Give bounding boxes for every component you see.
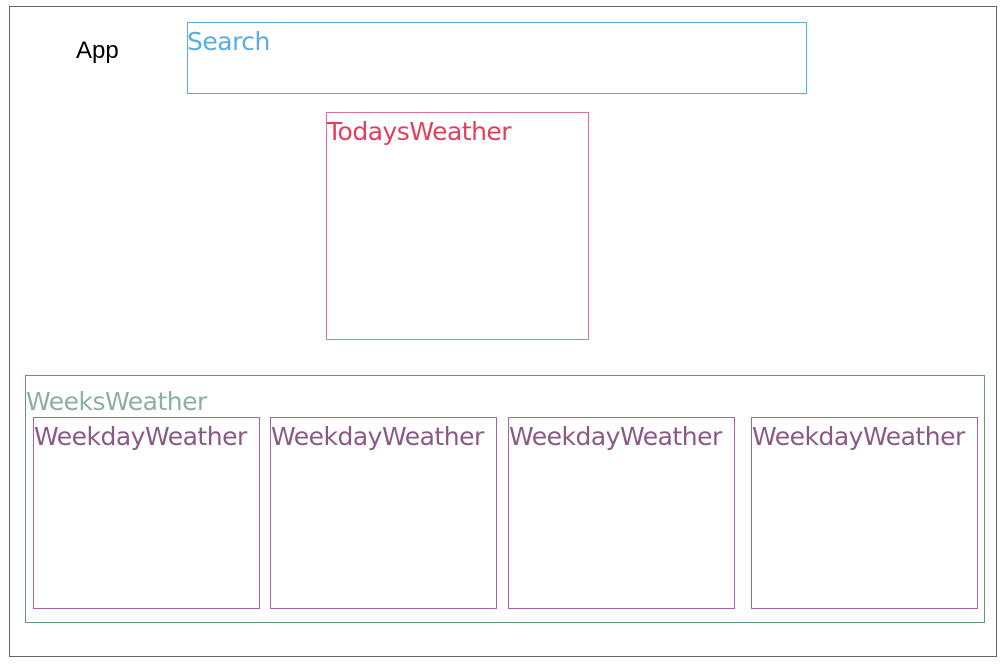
app-component-label: App [76, 37, 119, 64]
todays-weather-component-label: TodaysWeather [327, 117, 512, 146]
search-component-label: Search [187, 27, 270, 56]
search-component-box [187, 22, 807, 94]
weekday-weather-component-label: WeekdayWeather [509, 422, 722, 451]
weekday-weather-component-label: WeekdayWeather [752, 422, 965, 451]
todays-weather-component-box [326, 112, 589, 340]
weekday-weather-component-label: WeekdayWeather [34, 422, 247, 451]
weeks-weather-component-label: WeeksWeather [26, 387, 207, 416]
weekday-weather-component-label: WeekdayWeather [271, 422, 484, 451]
